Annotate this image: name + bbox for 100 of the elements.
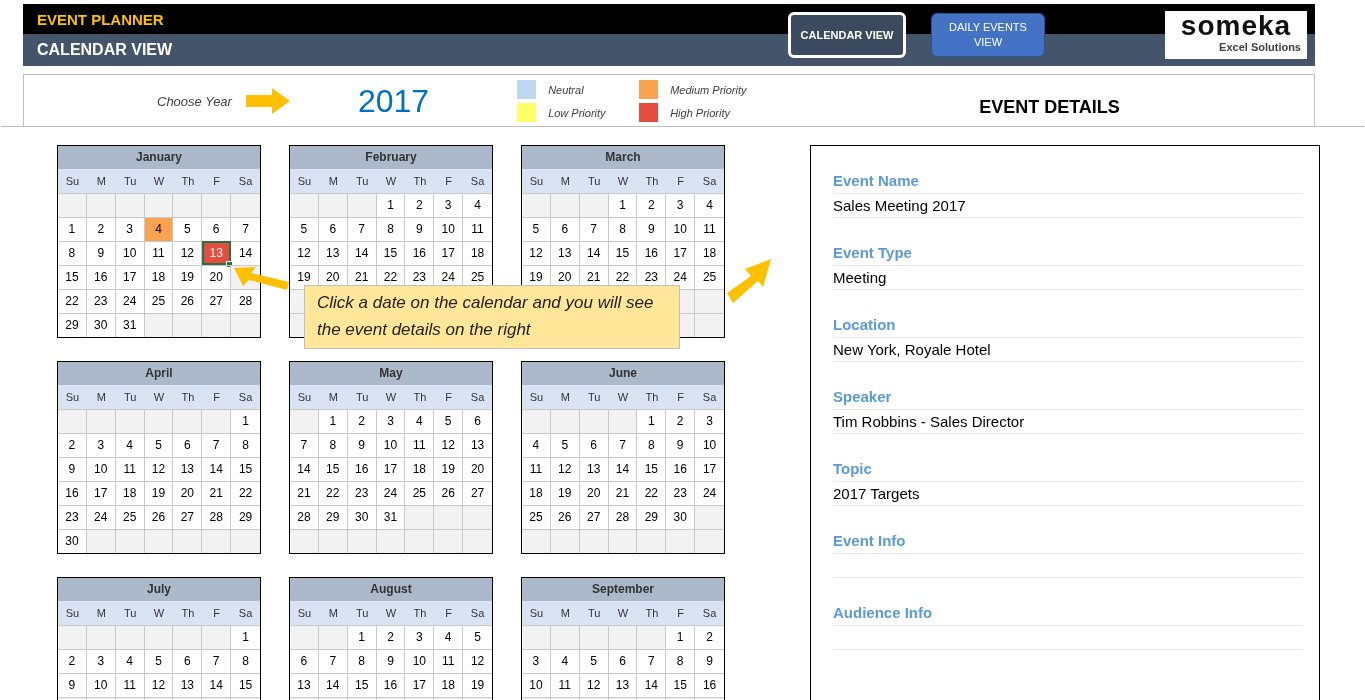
date-cell[interactable]: 14 — [579, 241, 609, 265]
date-cell[interactable]: 14 — [202, 457, 232, 481]
date-cell[interactable]: 8 — [666, 649, 696, 673]
date-cell[interactable]: 2 — [405, 193, 435, 217]
date-cell[interactable]: 19 — [144, 481, 174, 505]
date-cell[interactable]: 15 — [58, 265, 87, 289]
date-cell[interactable]: 23 — [347, 481, 377, 505]
date-cell[interactable]: 13 — [550, 241, 580, 265]
date-cell[interactable]: 17 — [376, 457, 406, 481]
date-cell[interactable]: 12 — [434, 433, 464, 457]
date-cell[interactable]: 1 — [637, 409, 667, 433]
date-cell[interactable]: 30 — [86, 313, 116, 337]
date-cell[interactable]: 15 — [637, 457, 667, 481]
date-cell[interactable]: 7 — [290, 433, 319, 457]
date-cell[interactable]: 2 — [86, 217, 116, 241]
date-cell[interactable]: 4 — [434, 625, 464, 649]
date-cell[interactable]: 9 — [695, 649, 724, 673]
date-cell[interactable]: 10 — [86, 457, 116, 481]
date-cell[interactable]: 5 — [173, 217, 203, 241]
date-cell[interactable]: 1 — [231, 409, 260, 433]
date-cell[interactable]: 6 — [173, 433, 203, 457]
date-cell[interactable]: 12 — [144, 457, 174, 481]
date-cell[interactable]: 18 — [144, 265, 174, 289]
view-button[interactable]: DAILY EVENTS VIEW — [931, 13, 1045, 57]
date-cell[interactable]: 2 — [376, 625, 406, 649]
date-cell[interactable]: 2 — [695, 625, 724, 649]
date-cell[interactable]: 8 — [637, 433, 667, 457]
date-cell[interactable]: 4 — [115, 433, 145, 457]
date-cell[interactable]: 22 — [637, 481, 667, 505]
date-cell[interactable]: 19 — [550, 481, 580, 505]
date-cell[interactable]: 14 — [608, 457, 638, 481]
date-cell[interactable]: 17 — [695, 457, 724, 481]
date-cell[interactable]: 1 — [347, 625, 377, 649]
date-cell[interactable]: 20 — [579, 481, 609, 505]
date-cell[interactable]: 15 — [608, 241, 638, 265]
date-cell[interactable]: 7 — [347, 217, 377, 241]
date-cell[interactable]: 18 — [405, 457, 435, 481]
date-cell[interactable]: 23 — [86, 289, 116, 313]
date-cell[interactable]: 15 — [376, 241, 406, 265]
date-cell[interactable]: 4 — [695, 193, 724, 217]
date-cell[interactable]: 3 — [376, 409, 406, 433]
date-cell[interactable]: 6 — [463, 409, 492, 433]
date-cell[interactable]: 3 — [115, 217, 145, 241]
date-cell[interactable]: 8 — [231, 649, 260, 673]
date-cell[interactable]: 23 — [58, 505, 87, 529]
date-cell[interactable]: 4 — [115, 649, 145, 673]
date-cell[interactable]: 6 — [550, 217, 580, 241]
date-cell[interactable]: 5 — [463, 625, 492, 649]
date-cell[interactable]: 1 — [376, 193, 406, 217]
date-cell[interactable]: 13 — [463, 433, 492, 457]
date-cell[interactable]: 7 — [202, 649, 232, 673]
date-cell[interactable]: 12 — [522, 241, 551, 265]
date-cell[interactable]: 16 — [347, 457, 377, 481]
date-cell[interactable]: 17 — [115, 265, 145, 289]
date-cell[interactable]: 14 — [347, 241, 377, 265]
date-cell[interactable]: 3 — [86, 649, 116, 673]
date-cell[interactable]: 12 — [290, 241, 319, 265]
date-cell[interactable]: 8 — [608, 217, 638, 241]
date-cell[interactable]: 6 — [608, 649, 638, 673]
date-cell[interactable]: 20 — [173, 481, 203, 505]
date-cell[interactable]: 12 — [550, 457, 580, 481]
date-cell[interactable]: 4 — [550, 649, 580, 673]
date-cell[interactable]: 13 — [173, 457, 203, 481]
date-cell[interactable]: 15 — [231, 457, 260, 481]
date-cell[interactable]: 9 — [376, 649, 406, 673]
date-cell[interactable]: 18 — [463, 241, 492, 265]
date-cell[interactable]: 8 — [231, 433, 260, 457]
date-cell[interactable]: 6 — [318, 217, 348, 241]
view-button[interactable]: CALENDAR VIEW — [788, 12, 906, 58]
date-cell[interactable]: 8 — [318, 433, 348, 457]
date-cell[interactable]: 7 — [231, 217, 260, 241]
date-cell[interactable]: 9 — [86, 241, 116, 265]
date-cell[interactable]: 17 — [86, 481, 116, 505]
date-cell[interactable]: 21 — [290, 481, 319, 505]
date-cell[interactable]: 7 — [637, 649, 667, 673]
date-cell[interactable]: 4 — [405, 409, 435, 433]
date-cell[interactable]: 6 — [173, 649, 203, 673]
date-cell[interactable]: 9 — [666, 433, 696, 457]
date-cell[interactable]: 13 — [579, 457, 609, 481]
date-cell[interactable]: 5 — [522, 217, 551, 241]
date-cell[interactable]: 22 — [318, 481, 348, 505]
date-cell[interactable]: 3 — [666, 193, 696, 217]
date-cell[interactable]: 5 — [290, 217, 319, 241]
date-cell[interactable]: 10 — [115, 241, 145, 265]
date-cell[interactable]: 31 — [115, 313, 145, 337]
date-cell[interactable]: 22 — [231, 481, 260, 505]
date-cell[interactable]: 11 — [405, 433, 435, 457]
date-cell[interactable]: 1 — [231, 625, 260, 649]
date-cell[interactable]: 11 — [434, 649, 464, 673]
date-cell[interactable]: 11 — [115, 457, 145, 481]
event-date-cell[interactable]: 13 — [202, 241, 232, 265]
date-cell[interactable]: 19 — [434, 457, 464, 481]
date-cell[interactable]: 10 — [434, 217, 464, 241]
date-cell[interactable]: 18 — [115, 481, 145, 505]
date-cell[interactable]: 19 — [173, 265, 203, 289]
date-cell[interactable]: 9 — [405, 217, 435, 241]
date-cell[interactable]: 8 — [376, 217, 406, 241]
date-cell[interactable]: 2 — [637, 193, 667, 217]
date-cell[interactable]: 30 — [58, 529, 87, 553]
date-cell[interactable]: 10 — [376, 433, 406, 457]
